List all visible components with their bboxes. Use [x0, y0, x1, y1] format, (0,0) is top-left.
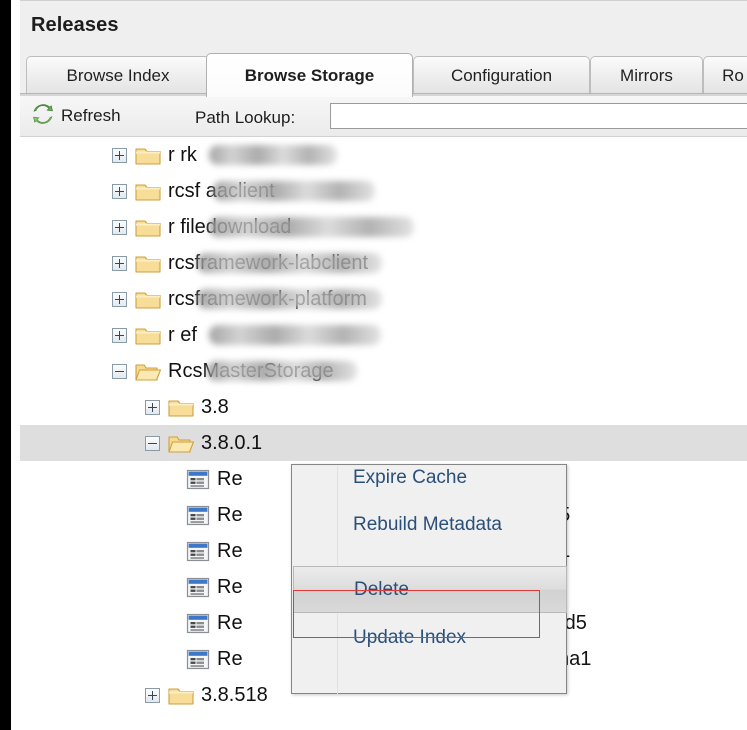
folder-name-label: 3.8: [201, 395, 229, 418]
file-icon: [186, 505, 210, 526]
tree-folder-row[interactable]: r filedownload: [20, 209, 747, 245]
path-lookup-input[interactable]: [330, 103, 747, 129]
folder-closed-icon: [135, 181, 161, 202]
refresh-button[interactable]: Refresh: [28, 101, 125, 131]
context-menu: Expire Cache Rebuild Metadata Delete Update…: [291, 464, 567, 694]
folder-name-label: RcsMasterStorage: [168, 359, 334, 382]
storage-toolbar: Refresh Path Lookup:: [20, 96, 747, 137]
expand-plus-icon[interactable]: [112, 147, 127, 163]
expand-plus-icon[interactable]: [112, 219, 127, 235]
window-left-border: [0, 0, 11, 730]
folder-name-label: rcsf aaclient: [168, 179, 275, 202]
tab-label: Mirrors: [620, 66, 673, 85]
file-icon: [186, 541, 210, 562]
tab-browse-storage[interactable]: Browse Storage: [206, 53, 413, 97]
folder-closed-icon: [135, 253, 161, 274]
tab-strip: Browse Index Browse Storage Configuration M…: [20, 53, 747, 97]
folder-closed-icon: [135, 217, 161, 238]
context-menu-item-delete[interactable]: Delete: [293, 566, 567, 613]
folder-name-label: 3.8.518: [201, 683, 268, 706]
tab-browse-index[interactable]: Browse Index: [26, 56, 210, 95]
page-title: Releases: [31, 14, 119, 36]
expand-plus-icon[interactable]: [112, 183, 127, 199]
file-name-label: Re: [217, 539, 243, 562]
file-name-label: Re: [217, 575, 243, 598]
tree-folder-row[interactable]: RcsMasterStorage: [20, 353, 747, 389]
folder-name-label: rcsframework-platform: [168, 287, 367, 310]
folder-name-label: r ef: [168, 323, 197, 346]
tab-ro[interactable]: Ro: [703, 56, 747, 95]
path-lookup-label: Path Lookup:: [195, 108, 296, 127]
tab-label: Configuration: [450, 66, 553, 85]
context-menu-item-expire-cache[interactable]: Expire Cache: [293, 454, 567, 501]
panel-title-bar: Releases: [20, 2, 747, 53]
file-name-label: Re: [217, 611, 243, 634]
context-menu-item-label: Rebuild Metadata: [353, 513, 502, 535]
file-icon: [186, 469, 210, 490]
folder-closed-icon: [168, 397, 194, 418]
folder-name-label: r rk: [168, 143, 197, 166]
tab-mirrors[interactable]: Mirrors: [590, 56, 703, 95]
file-icon: [186, 613, 210, 634]
folder-name-label: r filedownload: [168, 215, 292, 238]
context-menu-item-update-index[interactable]: Update Index: [293, 614, 567, 661]
expand-plus-icon[interactable]: [112, 291, 127, 307]
refresh-icon: [32, 103, 54, 130]
file-icon: [186, 649, 210, 670]
refresh-label: Refresh: [61, 106, 121, 125]
releases-panel: Releases Browse Index Browse Storage Confi…: [20, 0, 747, 730]
expand-plus-icon[interactable]: [112, 255, 127, 271]
folder-open-icon: [168, 433, 195, 454]
tree-folder-row[interactable]: rcsframework-labclient: [20, 245, 747, 281]
folder-closed-icon: [168, 685, 194, 706]
tab-label: Browse Index: [66, 66, 170, 85]
tab-label: Ro: [722, 66, 744, 85]
expand-plus-icon[interactable]: [145, 687, 160, 703]
collapse-minus-icon[interactable]: [145, 435, 160, 451]
folder-name-label: 3.8.0.1: [201, 431, 263, 454]
expand-plus-icon[interactable]: [112, 327, 127, 343]
folder-open-icon: [135, 361, 162, 382]
folder-closed-icon: [135, 289, 161, 310]
folder-name-label: rcsframework-labclient: [168, 251, 369, 274]
folder-closed-icon: [135, 145, 161, 166]
expand-plus-icon[interactable]: [145, 399, 160, 415]
app-root: Releases Browse Index Browse Storage Confi…: [0, 0, 747, 730]
tree-folder-row[interactable]: 3.8: [20, 389, 747, 425]
tree-folder-row[interactable]: rcsf aaclient: [20, 173, 747, 209]
tree-folder-row[interactable]: r rk: [20, 137, 747, 173]
context-menu-item-label: Delete: [354, 578, 409, 600]
tab-label: Browse Storage: [244, 65, 375, 85]
context-menu-item-label: Expire Cache: [353, 466, 468, 488]
tree-folder-row[interactable]: r ef: [20, 317, 747, 353]
context-menu-item-label: Update Index: [353, 626, 467, 648]
folder-closed-icon: [135, 325, 161, 346]
context-menu-item-rebuild-metadata[interactable]: Rebuild Metadata: [293, 501, 567, 548]
file-icon: [186, 577, 210, 598]
redaction-blur: [209, 145, 337, 165]
tab-configuration[interactable]: Configuration: [413, 56, 590, 95]
window-left-gap: [11, 0, 20, 730]
collapse-minus-icon[interactable]: [112, 363, 127, 379]
file-name-label: Re: [217, 467, 243, 490]
file-name-label: Re: [217, 647, 243, 670]
file-name-label: Re: [217, 503, 243, 526]
tree-folder-row[interactable]: rcsframework-platform: [20, 281, 747, 317]
redaction-blur: [209, 325, 381, 345]
